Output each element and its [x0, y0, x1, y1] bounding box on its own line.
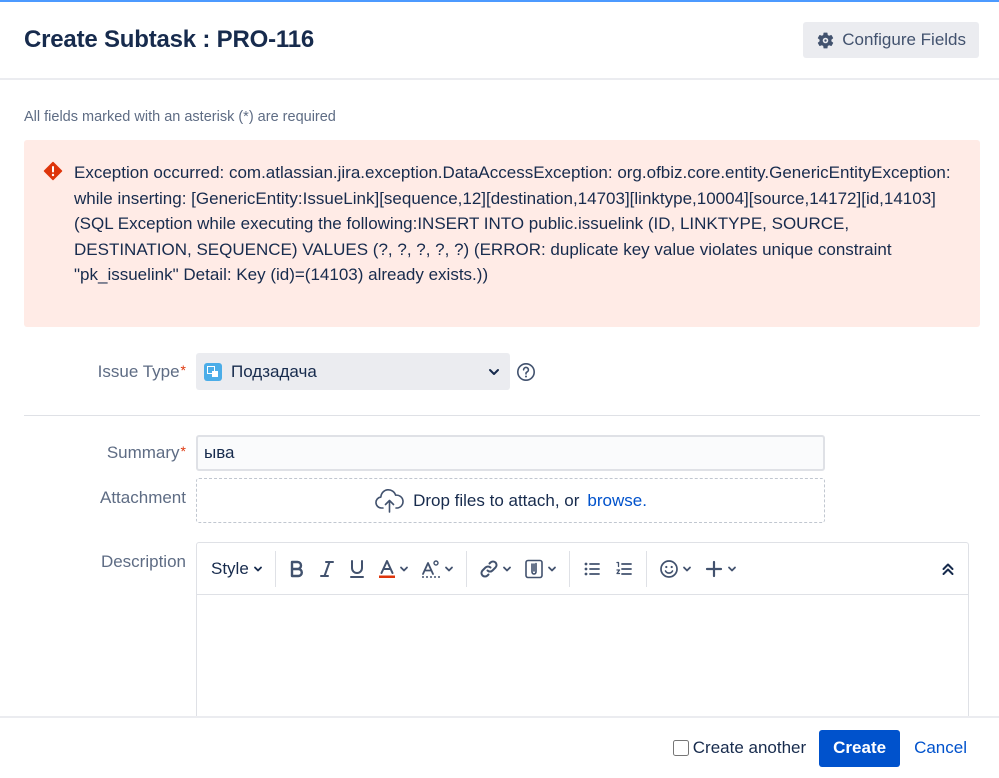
bold-button[interactable]: [282, 553, 312, 585]
text-style-label: Style: [211, 558, 249, 578]
issue-type-value: Подзадача: [231, 361, 317, 381]
underline-button[interactable]: [342, 553, 372, 585]
chevron-down-icon: [399, 566, 408, 571]
description-label: Description: [100, 552, 186, 571]
more-formatting-button[interactable]: [415, 553, 460, 585]
summary-field: Summary*: [24, 435, 980, 471]
create-subtask-dialog: Create Subtask : PRO-116 Configure Field…: [0, 0, 999, 778]
paperclip-icon: [524, 559, 543, 578]
chevron-down-icon: [547, 566, 556, 571]
summary-input[interactable]: [196, 435, 825, 471]
text-color-button[interactable]: [372, 553, 415, 585]
browse-link[interactable]: browse.: [587, 491, 647, 511]
cancel-link[interactable]: Cancel: [914, 738, 967, 758]
more-formatting-icon: [421, 559, 440, 578]
link-icon: [480, 559, 498, 578]
attachment-dropzone[interactable]: Drop files to attach, or browse.: [196, 478, 825, 523]
bold-icon: [290, 560, 303, 577]
chevron-down-icon: [727, 566, 736, 571]
description-field: Description Style: [24, 542, 980, 742]
gear-icon: [818, 32, 834, 48]
dropzone-text: Drop files to attach, or: [413, 490, 580, 510]
subtask-icon: [204, 362, 222, 381]
dialog-header: Create Subtask : PRO-116 Configure Field…: [0, 2, 999, 80]
plus-icon: [705, 560, 722, 577]
numbered-list-icon: [616, 561, 632, 575]
bullet-list-button[interactable]: [576, 553, 608, 585]
dialog-title: Create Subtask : PRO-116: [24, 26, 314, 53]
attachment-field: Attachment Drop files to attach, or brow…: [24, 478, 980, 523]
error-message-box: Exception occurred: com.atlassian.jira.e…: [24, 140, 980, 327]
issue-type-label: Issue Type*: [97, 361, 186, 381]
help-icon[interactable]: [516, 362, 536, 382]
required-fields-note: All fields marked with an asterisk (*) a…: [24, 109, 336, 125]
dialog-footer: Create another Create Cancel: [0, 716, 999, 778]
attachment-label: Attachment: [100, 488, 186, 507]
summary-label: Summary*: [106, 443, 186, 462]
chevron-down-icon: [489, 368, 499, 375]
toolbar-separator: [568, 550, 570, 587]
cloud-upload-icon: [375, 488, 404, 513]
chevron-down-icon: [502, 566, 511, 571]
issue-type-field: Issue Type* Подзадача: [24, 353, 980, 390]
create-another-checkbox[interactable]: [672, 740, 689, 756]
text-color-icon: [378, 559, 395, 578]
chevron-down-icon: [444, 566, 453, 571]
chevron-down-icon: [253, 566, 262, 571]
dialog-content: All fields marked with an asterisk (*) a…: [0, 109, 999, 742]
issue-type-select[interactable]: Подзадача: [196, 353, 510, 390]
configure-fields-button[interactable]: Configure Fields: [803, 22, 979, 58]
toolbar-separator: [274, 550, 276, 587]
create-another-label: Create another: [692, 738, 807, 757]
smiley-icon: [659, 559, 678, 578]
toolbar-separator: [465, 550, 467, 587]
italic-icon: [319, 560, 334, 577]
attachment-button[interactable]: [518, 553, 563, 585]
insert-more-button[interactable]: [698, 553, 743, 585]
emoji-button[interactable]: [653, 553, 698, 585]
italic-button[interactable]: [312, 553, 342, 585]
collapse-toolbar-button[interactable]: [934, 553, 962, 585]
description-editor: Style: [196, 542, 969, 742]
double-chevron-up-icon: [942, 563, 954, 575]
numbered-list-button[interactable]: [608, 553, 640, 585]
chevron-down-icon: [682, 566, 691, 571]
section-divider: [24, 415, 980, 416]
create-another-option[interactable]: Create another: [672, 738, 807, 758]
bullet-list-icon: [584, 562, 600, 575]
configure-fields-label: Configure Fields: [842, 30, 966, 49]
link-button[interactable]: [473, 553, 518, 585]
toolbar-separator: [645, 550, 647, 587]
text-style-dropdown[interactable]: Style: [205, 553, 269, 585]
create-button[interactable]: Create: [819, 729, 901, 767]
underline-icon: [349, 559, 364, 578]
error-message-text: Exception occurred: com.atlassian.jira.e…: [74, 163, 951, 284]
error-icon: [43, 161, 63, 181]
editor-toolbar: Style: [197, 543, 968, 595]
